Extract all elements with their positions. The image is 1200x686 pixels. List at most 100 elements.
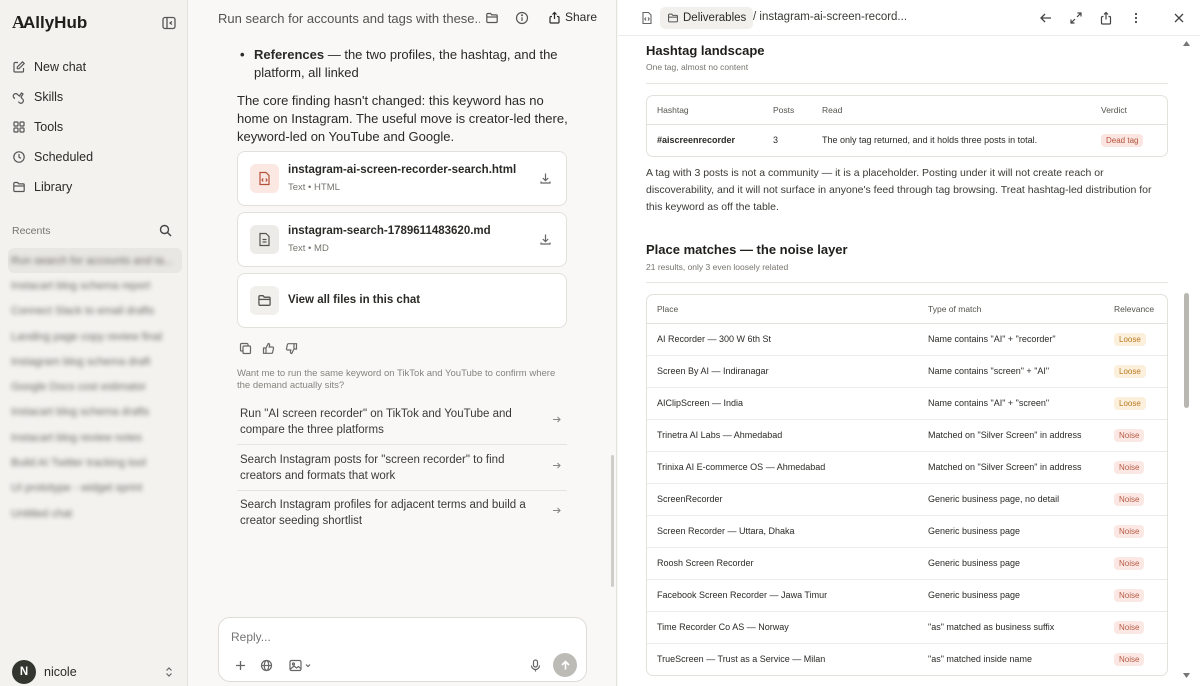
nav-scheduled[interactable]: Scheduled bbox=[0, 142, 188, 172]
recent-chat-title: Connect Slack to email drafts bbox=[11, 305, 155, 318]
nav-skills[interactable]: Skills bbox=[0, 82, 188, 112]
skills-icon bbox=[12, 90, 26, 104]
column-header: Hashtag bbox=[647, 96, 763, 125]
user-menu[interactable]: N nicole bbox=[12, 660, 174, 684]
suggestion-item[interactable]: Search Instagram posts for "screen recor… bbox=[237, 449, 567, 491]
reply-input[interactable] bbox=[231, 630, 531, 644]
thumbs-down-icon[interactable] bbox=[285, 342, 298, 355]
image-picker-icon[interactable] bbox=[289, 659, 313, 672]
arrow-right-icon bbox=[552, 506, 561, 515]
send-button[interactable] bbox=[553, 653, 577, 677]
status-badge: Loose bbox=[1114, 396, 1146, 410]
verdict-cell: Dead tag bbox=[1091, 124, 1167, 156]
breadcrumb-folder[interactable]: Deliverables bbox=[660, 7, 754, 29]
chevron-updown-icon bbox=[164, 666, 174, 678]
code-file-icon bbox=[640, 11, 654, 25]
file-name: instagram-ai-screen-recorder-search.html bbox=[288, 164, 517, 176]
back-arrow-icon[interactable] bbox=[1039, 11, 1053, 25]
match-type-cell: Generic business page bbox=[918, 578, 1104, 611]
recent-chat-title: Instagram blog schema draft bbox=[11, 355, 151, 368]
view-all-files-button[interactable]: View all files in this chat bbox=[237, 273, 567, 328]
brand-logo[interactable]: A AllyHub bbox=[12, 12, 87, 33]
recent-chat[interactable]: Connect Slack to email drafts bbox=[8, 299, 182, 324]
suggestion-item[interactable]: Run "AI screen recorder" on TikTok and Y… bbox=[237, 403, 567, 445]
download-icon[interactable] bbox=[539, 233, 552, 246]
sidebar-toggle-icon[interactable] bbox=[161, 15, 177, 31]
recent-chat[interactable]: Untitled chat bbox=[8, 501, 182, 526]
section-title: Hashtag landscape bbox=[646, 43, 765, 58]
table-row: Time Recorder Co AS — Norway "as" matched… bbox=[647, 610, 1167, 643]
hashtag-table: Hashtag Posts Read Verdict #aiscreenreco… bbox=[646, 95, 1168, 157]
nav-label: Skills bbox=[34, 90, 64, 104]
status-badge: Loose bbox=[1114, 332, 1146, 346]
thumbs-up-icon[interactable] bbox=[262, 342, 275, 355]
suggestion-item[interactable]: Search Instagram profiles for adjacent t… bbox=[237, 494, 567, 535]
match-type-cell: "as" matched as business suffix bbox=[918, 610, 1104, 643]
document-scrollbar[interactable] bbox=[1184, 293, 1189, 408]
nav-new-chat[interactable]: New chat bbox=[0, 52, 188, 82]
column-header: Type of match bbox=[918, 295, 1104, 324]
table-row: Trinetra AI Labs — Ahmedabad Matched on "… bbox=[647, 418, 1167, 451]
copy-icon[interactable] bbox=[239, 342, 252, 355]
recent-chat[interactable]: Run search for accounts and ta... bbox=[8, 248, 182, 274]
chat-header: Run search for accounts and tags with th… bbox=[188, 0, 617, 36]
download-icon[interactable] bbox=[539, 172, 552, 185]
relevance-cell: Noise bbox=[1104, 546, 1167, 579]
search-icon[interactable] bbox=[159, 224, 172, 237]
sidebar-nav: New chat Skills Tools Scheduled Library bbox=[0, 52, 188, 202]
recent-chat[interactable]: Instacart blog schema report bbox=[8, 273, 182, 298]
more-vertical-icon[interactable] bbox=[1129, 11, 1143, 25]
info-icon[interactable] bbox=[515, 11, 529, 25]
table-row: Screen By AI — Indiranagar Name contains … bbox=[647, 354, 1167, 387]
hashtag-paragraph: A tag with 3 posts is not a community — … bbox=[646, 167, 1152, 213]
chat-title[interactable]: Run search for accounts and tags with th… bbox=[218, 11, 480, 26]
recents-header: Recents bbox=[12, 224, 172, 237]
status-badge: Noise bbox=[1114, 492, 1145, 506]
plus-icon[interactable] bbox=[234, 659, 247, 672]
divider bbox=[646, 83, 1168, 84]
document-body: Hashtag landscape One tag, almost no con… bbox=[646, 36, 1168, 686]
status-badge: Noise bbox=[1114, 428, 1145, 442]
column-header: Posts bbox=[763, 96, 812, 125]
recent-chat[interactable]: Build AI Twitter tracking tool bbox=[8, 450, 182, 475]
globe-icon[interactable] bbox=[260, 659, 273, 672]
clock-icon bbox=[12, 150, 26, 164]
recent-chat-title: Landing page copy review final bbox=[11, 330, 163, 343]
recent-chat[interactable]: Instacart blog schema drafts bbox=[8, 400, 182, 425]
file-card-md[interactable]: instagram-search-1789611483620.md Text •… bbox=[237, 212, 567, 267]
share-button[interactable]: Share bbox=[548, 10, 597, 24]
nav-tools[interactable]: Tools bbox=[0, 112, 188, 142]
posts-cell: 3 bbox=[773, 135, 779, 146]
relevance-cell: Noise bbox=[1104, 514, 1167, 547]
match-type-cell: Name contains "screen" + "AI" bbox=[918, 354, 1104, 387]
column-header: Place bbox=[647, 295, 918, 324]
folder-icon[interactable] bbox=[485, 11, 499, 25]
status-badge: Noise bbox=[1114, 620, 1145, 634]
share-icon bbox=[548, 11, 561, 24]
recent-chat[interactable]: Instacart blog review notes bbox=[8, 425, 182, 450]
recent-chat-title: UI prototype - widget sprint bbox=[11, 482, 143, 495]
file-card-html[interactable]: instagram-ai-screen-recorder-search.html… bbox=[237, 151, 567, 206]
share-icon[interactable] bbox=[1099, 11, 1113, 25]
scroll-down-arrow-icon[interactable] bbox=[1183, 673, 1190, 678]
places-table: Place Type of match Relevance AI Recorde… bbox=[646, 294, 1168, 676]
column-header: Read bbox=[812, 96, 1091, 125]
expand-icon[interactable] bbox=[1069, 11, 1083, 25]
microphone-icon[interactable] bbox=[529, 659, 542, 672]
section-subtitle: 21 results, only 3 even loosely related bbox=[646, 262, 789, 272]
chat-scrollbar[interactable] bbox=[611, 455, 614, 587]
relevance-cell: Loose bbox=[1104, 323, 1167, 355]
match-type-cell: Generic business page bbox=[918, 546, 1104, 579]
recent-chat[interactable]: Instagram blog schema draft bbox=[8, 349, 182, 374]
recent-chat[interactable]: Landing page copy review final bbox=[8, 324, 182, 349]
recent-chat[interactable]: Google Docs cost estimator bbox=[8, 374, 182, 399]
recent-chat[interactable]: UI prototype - widget sprint bbox=[8, 476, 182, 501]
table-row: ScreenRecorder Generic business page, no … bbox=[647, 482, 1167, 515]
nav-library[interactable]: Library bbox=[0, 172, 188, 202]
table-row: Screen Recorder — Uttara, Dhaka Generic b… bbox=[647, 514, 1167, 547]
match-type-cell: Generic business page bbox=[918, 514, 1104, 547]
close-icon[interactable] bbox=[1172, 11, 1186, 25]
relevance-cell: Noise bbox=[1104, 450, 1167, 483]
scroll-up-arrow-icon[interactable] bbox=[1183, 41, 1190, 46]
folder-icon bbox=[12, 180, 26, 194]
